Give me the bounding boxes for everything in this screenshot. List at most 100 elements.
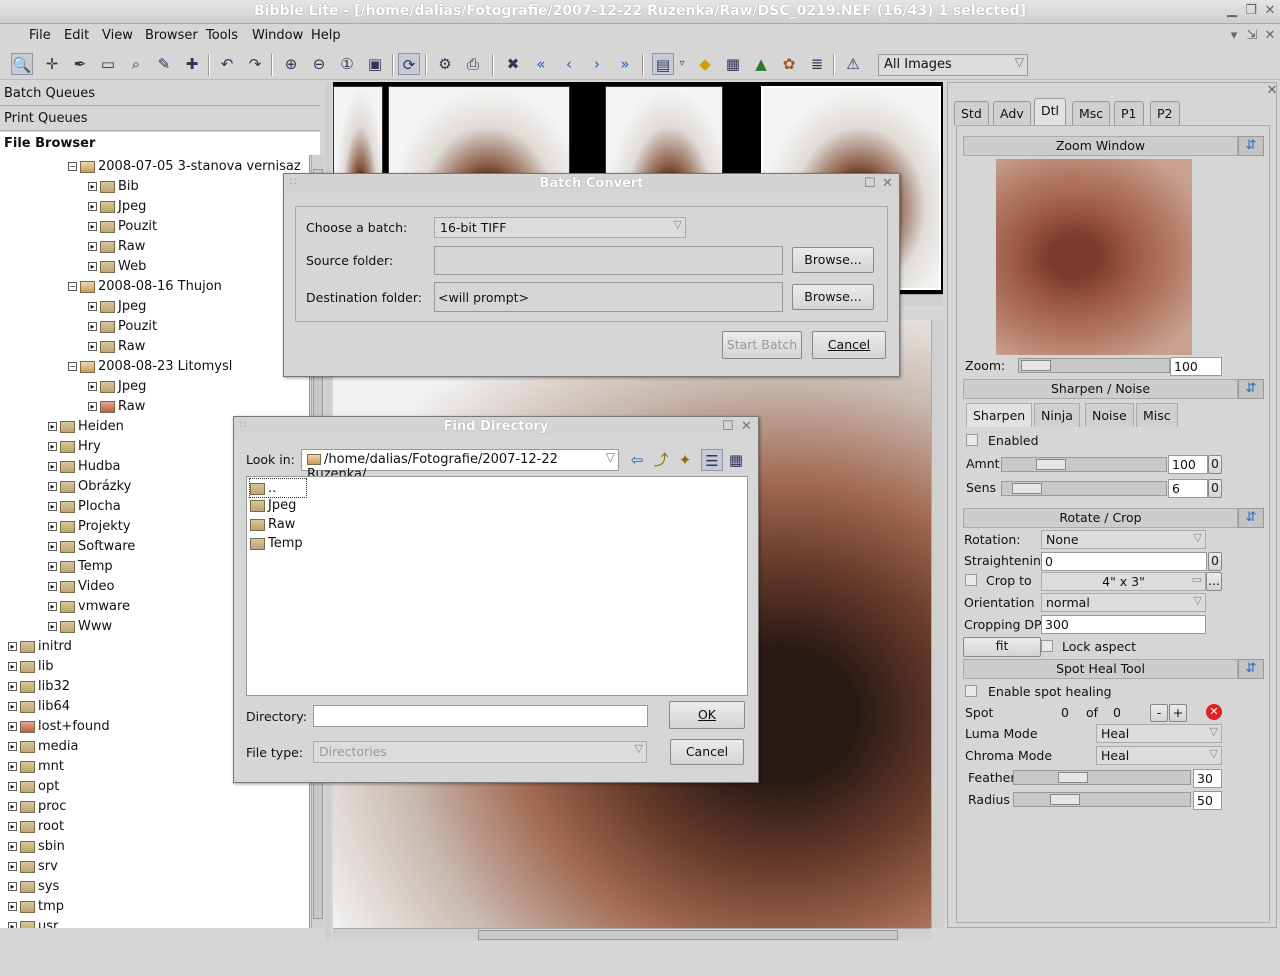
tree-row[interactable]: ▸ Jpeg <box>88 297 146 317</box>
sharpen-enabled-checkbox[interactable] <box>966 434 978 446</box>
list-item-parent[interactable]: .. <box>249 478 307 498</box>
expand-icon[interactable]: ▸ <box>8 722 17 731</box>
tree-row[interactable]: ▸ usr <box>8 917 58 928</box>
scroll-thumb[interactable] <box>478 930 898 940</box>
source-folder-field[interactable] <box>434 246 783 275</box>
cropping-dpi-value[interactable]: 300 <box>1041 615 1206 634</box>
tree-row[interactable]: ▸ Raw <box>88 397 145 417</box>
tree-row[interactable]: ▸ Heiden <box>48 417 124 437</box>
mdi-close-icon[interactable]: ✕ <box>1262 28 1278 44</box>
expand-icon[interactable]: ▸ <box>48 462 57 471</box>
tree-row[interactable]: ▸ initrd <box>8 637 72 657</box>
enable-spot-healing-checkbox[interactable] <box>965 685 977 697</box>
subtab-ninja[interactable]: Ninja <box>1034 403 1080 427</box>
crop-to-select[interactable]: 4" x 3" ▭ <box>1041 572 1206 591</box>
tree-row[interactable]: ▸ Hudba <box>48 457 121 477</box>
expand-icon[interactable]: ▸ <box>8 662 17 671</box>
crop-to-checkbox[interactable] <box>965 574 977 586</box>
tab-std[interactable]: Std <box>954 101 989 125</box>
pin-icon[interactable]: ⇵ <box>1238 136 1264 156</box>
clone-icon[interactable]: ✎ <box>153 53 175 75</box>
undo-icon[interactable]: ↶ <box>216 53 238 75</box>
tree-row[interactable]: ▸ opt <box>8 777 59 797</box>
expand-icon[interactable]: ▸ <box>8 742 17 751</box>
feather-slider[interactable] <box>1013 770 1191 785</box>
file-type-select[interactable]: Directories ▽ <box>313 741 647 763</box>
detail-view-icon[interactable]: ▦ <box>725 449 747 471</box>
tab-dtl[interactable]: Dtl <box>1034 98 1066 126</box>
expand-icon[interactable]: ▸ <box>48 422 57 431</box>
expand-icon[interactable]: ▸ <box>8 882 17 891</box>
list-item-temp[interactable]: Temp <box>250 534 303 554</box>
expand-icon[interactable]: ▸ <box>88 182 97 191</box>
amnt-slider[interactable] <box>1001 457 1167 472</box>
amnt-value[interactable]: 100 <box>1168 455 1208 474</box>
tree-row[interactable]: ▸ Bib <box>88 177 139 197</box>
ok-button[interactable]: OK <box>669 701 745 729</box>
expand-icon[interactable]: ▸ <box>48 442 57 451</box>
menu-window[interactable]: Window <box>252 28 303 43</box>
zoom-in-icon[interactable]: ⊕ <box>280 53 302 75</box>
image-vertical-scrollbar[interactable] <box>931 320 944 928</box>
expand-icon[interactable]: ▸ <box>8 842 17 851</box>
fit-button[interactable]: fit <box>963 637 1041 657</box>
tree-row[interactable]: ▸ Software <box>48 537 135 557</box>
expand-icon[interactable]: ▸ <box>88 322 97 331</box>
tree-row[interactable]: ▸ Raw <box>88 237 145 257</box>
next-icon[interactable]: › <box>586 53 608 75</box>
expand-icon[interactable]: ▸ <box>48 602 57 611</box>
tree-row[interactable]: − 2008-08-23 Litomysl <box>68 357 232 377</box>
tree-row[interactable]: ▸ srv <box>8 857 58 877</box>
parent-folder-icon[interactable]: ⤴ <box>650 449 672 471</box>
tree-row[interactable]: − 2008-08-16 Thujon <box>68 277 222 297</box>
expand-icon[interactable]: ▸ <box>8 682 17 691</box>
sharpen-noise-header[interactable]: Sharpen / Noise <box>963 379 1238 399</box>
subtab-sharpen[interactable]: Sharpen <box>966 403 1033 427</box>
expand-icon[interactable]: ▸ <box>48 622 57 631</box>
tree-row[interactable]: ▸ sbin <box>8 837 65 857</box>
new-folder-icon[interactable]: ✦ <box>674 449 696 471</box>
tab-adv[interactable]: Adv <box>993 101 1031 125</box>
zoom-tool-icon[interactable]: ⌕ <box>125 53 147 75</box>
zoom-window-header[interactable]: Zoom Window <box>963 136 1238 156</box>
menu-browser[interactable]: Browser <box>145 28 198 43</box>
picture-icon[interactable]: ▲ <box>750 53 772 75</box>
spot-heal-header[interactable]: Spot Heal Tool <box>963 659 1238 679</box>
expand-icon[interactable]: ▸ <box>88 222 97 231</box>
destination-browse-button[interactable]: Browse... <box>792 284 874 310</box>
directory-input[interactable] <box>313 705 648 727</box>
expand-icon[interactable]: ▸ <box>8 642 17 651</box>
maximize-icon[interactable]: ☐ <box>864 176 876 191</box>
close-icon[interactable]: ✕ <box>741 419 752 434</box>
zoom-100-icon[interactable]: ① <box>336 53 358 75</box>
straightening-reset-button[interactable]: 0 <box>1208 552 1222 571</box>
expand-icon[interactable]: ▸ <box>48 582 57 591</box>
tree-row[interactable]: ▸ Obrázky <box>48 477 131 497</box>
prev-icon[interactable]: ‹ <box>558 53 580 75</box>
mdi-restore-icon[interactable]: ⇲ <box>1244 28 1260 44</box>
collapse-icon[interactable]: − <box>68 282 77 291</box>
expand-icon[interactable]: ▸ <box>88 262 97 271</box>
expand-icon[interactable]: ▸ <box>88 302 97 311</box>
image-view-icon[interactable]: ▤ <box>652 53 674 75</box>
expand-icon[interactable]: ▸ <box>8 862 17 871</box>
subtab-misc[interactable]: Misc <box>1136 403 1178 427</box>
luma-mode-select[interactable]: Heal ▽ <box>1096 724 1222 743</box>
list-item-raw[interactable]: Raw <box>250 515 295 535</box>
zoom-slider[interactable] <box>1018 358 1170 373</box>
tree-row[interactable]: ▸ Hry <box>48 437 101 457</box>
slider-knob[interactable] <box>1012 483 1042 494</box>
tree-row[interactable]: ▸ Jpeg <box>88 377 146 397</box>
tree-row[interactable]: ▸ lib64 <box>8 697 70 717</box>
radius-slider[interactable] <box>1013 792 1191 807</box>
sens-value[interactable]: 6 <box>1168 479 1208 498</box>
radius-value[interactable]: 50 <box>1193 791 1222 810</box>
print-icon[interactable]: ⎙ <box>462 53 484 75</box>
tree-row[interactable]: ▸ tmp <box>8 897 64 917</box>
image-filter-select[interactable]: All Images ▽ <box>878 54 1028 76</box>
tab-p2[interactable]: P2 <box>1150 101 1180 125</box>
zoom-preview-image[interactable] <box>996 159 1192 355</box>
tree-row[interactable]: ▸ Jpeg <box>88 197 146 217</box>
slider-knob[interactable] <box>1050 794 1080 805</box>
sens-reset-button[interactable]: 0 <box>1208 479 1222 498</box>
